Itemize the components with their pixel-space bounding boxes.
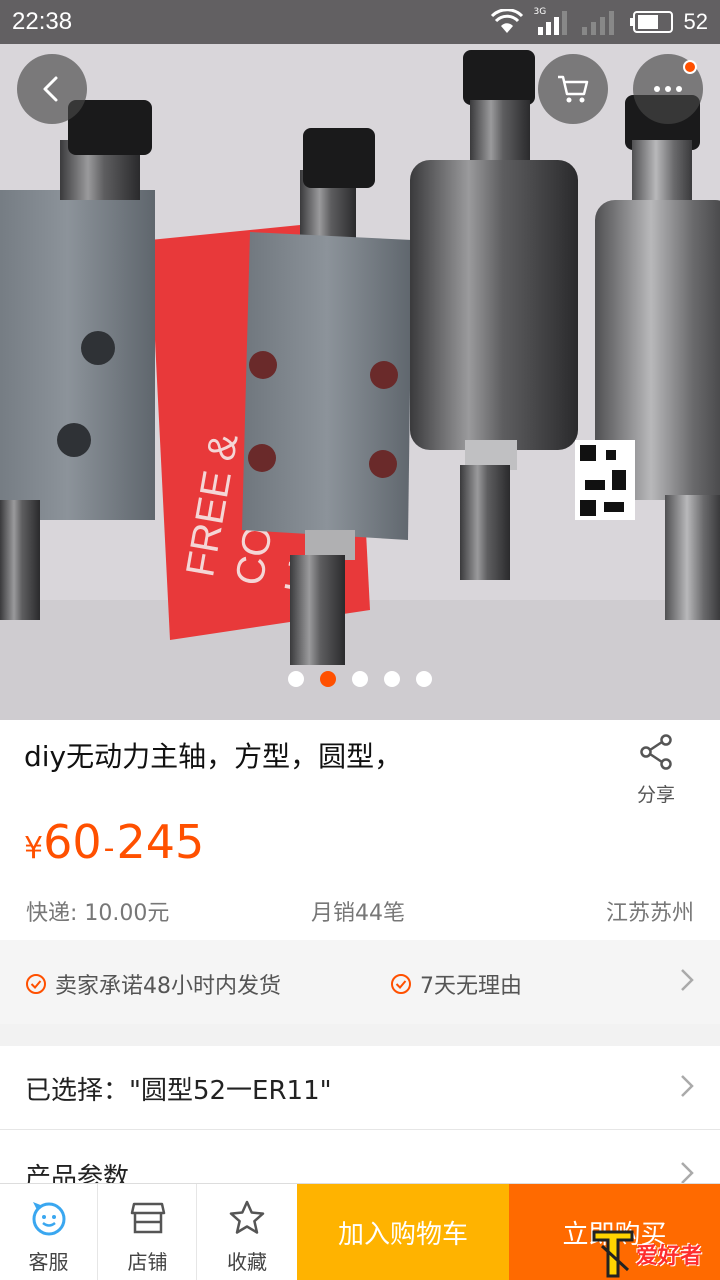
promise-text: 7天无理由: [420, 974, 522, 999]
service-label: 客服: [28, 1250, 69, 1274]
star-icon: [229, 1200, 265, 1234]
signal-icon: 3G: [533, 7, 570, 35]
wifi-icon: [490, 9, 523, 33]
product-photo: FREE & COMFO LI: [0, 0, 720, 720]
check-circle-icon: [391, 974, 411, 994]
store-button[interactable]: 店铺: [99, 1184, 197, 1280]
store-label: 店铺: [127, 1250, 168, 1274]
price-low: 60: [43, 815, 102, 869]
price-currency: ¥: [24, 831, 44, 866]
cart-button[interactable]: [538, 54, 608, 124]
status-time: 22:38: [12, 8, 73, 35]
share-icon: [640, 734, 672, 770]
selection-label: 已选择："圆型52一ER11": [25, 1076, 332, 1106]
favorite-button[interactable]: 收藏: [198, 1184, 296, 1280]
carousel-dot[interactable]: [416, 671, 432, 687]
watermark-text: 爱好者: [636, 1244, 703, 1269]
back-button[interactable]: [17, 54, 87, 124]
carousel-dot[interactable]: [288, 671, 304, 687]
favorite-label: 收藏: [227, 1250, 267, 1274]
product-params-row[interactable]: 产品参数: [0, 1131, 720, 1191]
service-promises[interactable]: 卖家承诺48小时内发货 7天无理由: [0, 940, 720, 1024]
price: ¥ 60 - 245: [24, 815, 204, 869]
more-icon: [654, 86, 682, 92]
share-label: 分享: [636, 784, 675, 806]
chevron-right-icon: [681, 1075, 694, 1097]
chevron-left-icon: [43, 76, 58, 102]
check-circle-icon: [26, 974, 46, 994]
network-type: 3G: [533, 7, 547, 17]
monthly-sales: 月销44笔: [311, 901, 405, 926]
add-to-cart-button[interactable]: 加入购物车: [297, 1184, 509, 1280]
customer-service-button[interactable]: 客服: [0, 1184, 98, 1280]
chat-bubble-icon: [32, 1202, 65, 1236]
carousel-dot[interactable]: [384, 671, 400, 687]
product-meta: 快递: 10.00元 月销44笔 江苏苏州: [0, 893, 720, 929]
price-high: 245: [116, 815, 205, 869]
product-image[interactable]: FREE & COMFO LI: [0, 0, 720, 720]
carousel-indicator: [0, 671, 720, 687]
status-bar: 22:38 3G 52: [0, 0, 720, 44]
notification-dot: [683, 60, 697, 74]
battery-level: 52: [683, 9, 708, 34]
shipping-fee: 快递: 10.00元: [26, 901, 170, 926]
share-button[interactable]: 分享: [626, 734, 686, 807]
carousel-dot[interactable]: [352, 671, 368, 687]
store-icon: [130, 1202, 165, 1234]
location: 江苏苏州: [605, 901, 694, 926]
promise-item: 7天无理由: [390, 968, 522, 1000]
battery-icon: [629, 11, 673, 33]
price-separator: -: [103, 831, 115, 866]
signal-2-icon: [581, 11, 614, 35]
section-divider: [0, 1024, 720, 1046]
product-title: diy无动力主轴，方型，圆型，: [24, 740, 403, 773]
chevron-right-icon: [681, 1162, 694, 1184]
sku-selection-row[interactable]: 已选择："圆型52一ER11": [0, 1046, 720, 1130]
carousel-dot-active[interactable]: [320, 671, 336, 687]
chevron-right-icon: [681, 969, 694, 991]
cart-icon: [558, 75, 589, 103]
promise-item: 卖家承诺48小时内发货: [25, 968, 281, 1000]
more-button[interactable]: [633, 54, 703, 124]
qr-code: [575, 440, 635, 520]
promise-text: 卖家承诺48小时内发货: [55, 974, 281, 999]
